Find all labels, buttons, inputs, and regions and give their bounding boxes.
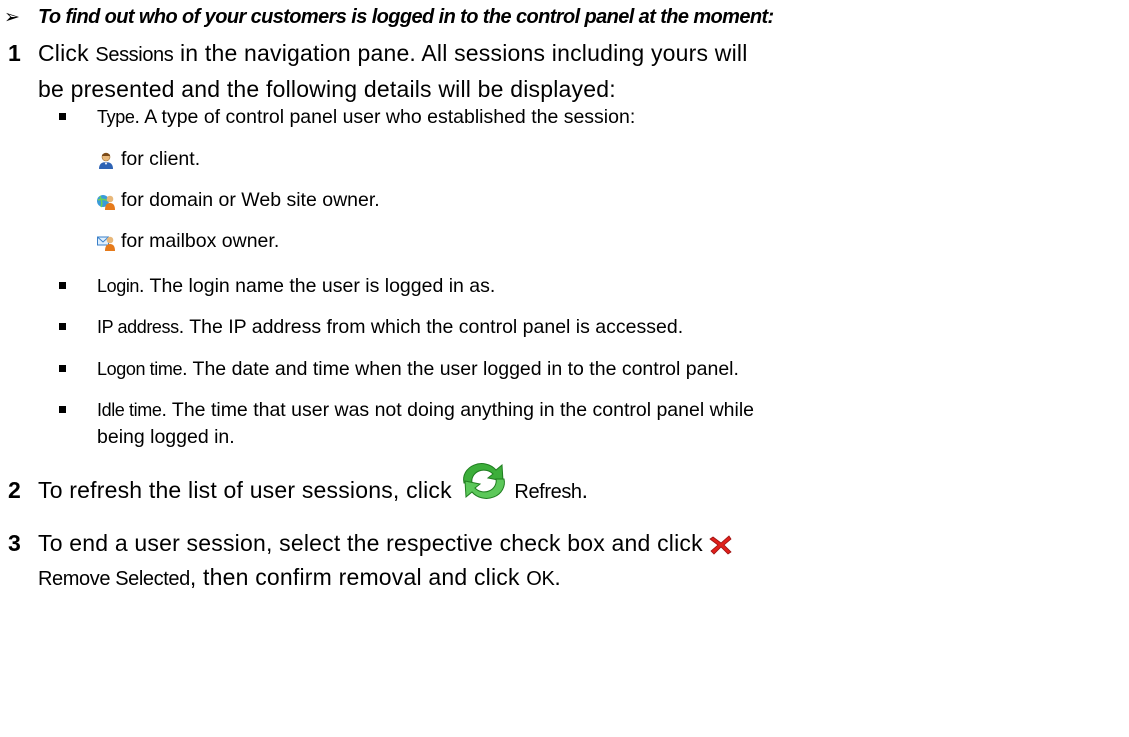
help-document: ➢ To find out who of your customers is l…	[0, 0, 1129, 737]
step-text: Click	[38, 40, 96, 66]
term-description: . The date and time when the user logged…	[182, 358, 739, 380]
step-text: To refresh the list of user sessions, cl…	[38, 477, 459, 503]
step-number: 2	[8, 477, 21, 503]
ui-term-sessions: Sessions	[95, 44, 174, 66]
step-2: 2 To refresh the list of user sessions, c…	[8, 463, 589, 509]
step-text: in the navigation pane. All sessions inc…	[173, 40, 748, 66]
term-description-continued: being logged in.	[97, 426, 235, 448]
procedure-heading-text: To find out who of your customers is log…	[38, 5, 774, 28]
type-item-text: for client.	[121, 148, 201, 170]
step-text: To end a user session, select the respec…	[38, 530, 710, 556]
type-item-client: for client.	[97, 146, 200, 173]
client-user-icon	[97, 151, 115, 169]
step-text: , then confirm removal and click	[189, 564, 527, 590]
ui-term-refresh: Refresh	[514, 481, 582, 503]
step-text-continued: be presented and the following details w…	[38, 76, 616, 102]
term-idle-time: Idle time	[97, 400, 162, 420]
type-item-text: for domain or Web site owner.	[121, 189, 380, 211]
term-ip-address: IP address	[97, 317, 179, 337]
term-description: . The login name the user is logged in a…	[139, 275, 496, 297]
procedure-heading: ➢ To find out who of your customers is l…	[4, 0, 774, 34]
step-1: 1 Click Sessions in the navigation pane. …	[8, 36, 748, 106]
step-3: 3 To end a user session, select the respe…	[8, 526, 733, 596]
term-description: . The IP address from which the control …	[178, 316, 684, 338]
type-item-domain-owner: for domain or Web site owner.	[97, 187, 380, 214]
term-description: . A type of control panel user who estab…	[134, 106, 636, 128]
type-item-text: for mailbox owner.	[121, 230, 280, 252]
ui-term-ok: OK	[526, 568, 555, 590]
bullet-square-icon	[59, 323, 66, 330]
term-logon-time: Logon time	[97, 359, 183, 379]
type-item-mailbox-owner: for mailbox owner.	[97, 228, 279, 255]
step-number: 3	[8, 530, 21, 556]
refresh-icon	[458, 461, 510, 501]
arrow-bullet-icon: ➢	[4, 6, 20, 28]
step-number: 1	[8, 40, 21, 66]
bullet-square-icon	[59, 113, 66, 120]
mailbox-owner-icon	[97, 233, 115, 251]
term-login: Login	[97, 276, 140, 296]
bullet-square-icon	[59, 365, 66, 372]
ui-term-remove-selected: Remove Selected	[38, 568, 190, 590]
remove-icon	[709, 531, 733, 555]
term-description: . The time that user was not doing anyth…	[161, 399, 755, 421]
domain-owner-icon	[97, 192, 115, 210]
bullet-square-icon	[59, 282, 66, 289]
step-text: .	[581, 477, 589, 503]
term-type: Type	[97, 107, 135, 127]
step-text: .	[554, 564, 561, 590]
bullet-square-icon	[59, 406, 66, 413]
